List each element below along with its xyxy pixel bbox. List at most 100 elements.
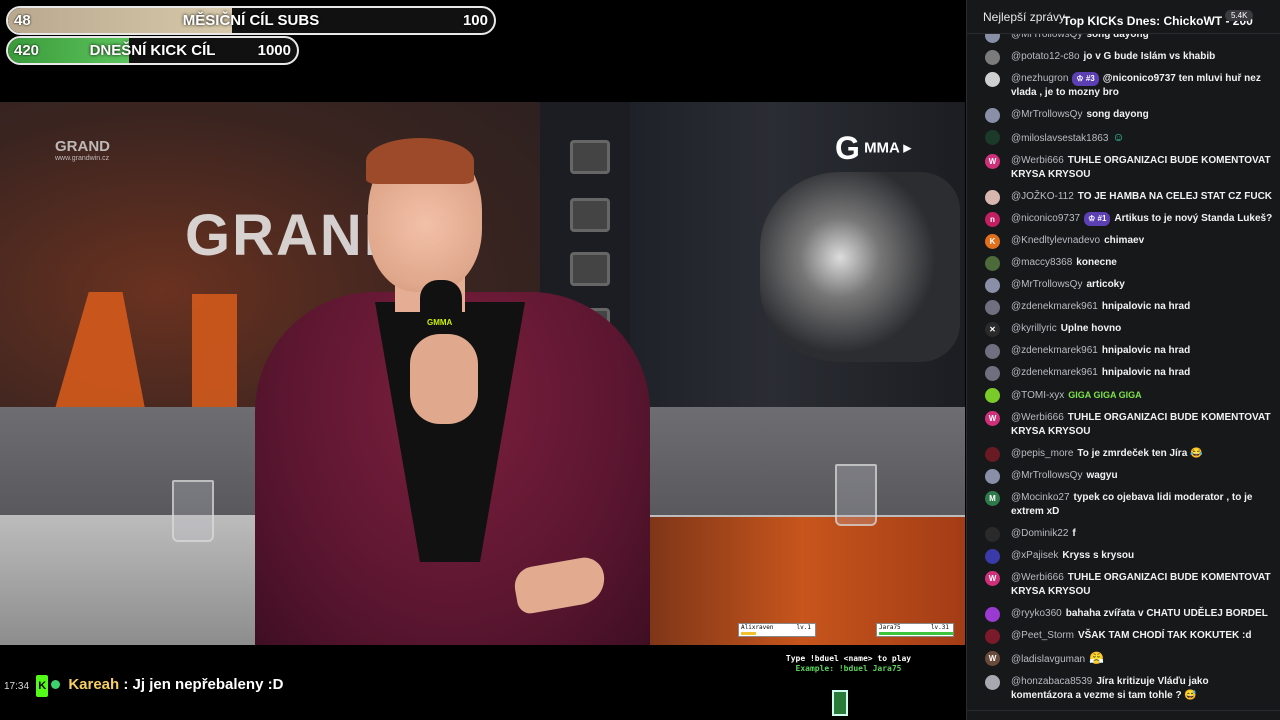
avatar[interactable]: n [985, 212, 1000, 227]
chat-username[interactable]: @honzabaca8539 [1011, 676, 1092, 687]
chat-message[interactable]: @TOMI-xyx GIGA GIGA GIGA [967, 384, 1280, 407]
avatar[interactable] [985, 549, 1000, 564]
chat-username[interactable]: @TOMI-xyx [1011, 390, 1064, 401]
chat-username[interactable]: @Knedltylevnadevo [1011, 235, 1100, 246]
avatar[interactable] [985, 675, 1000, 690]
chat-username[interactable]: @Peet_Storm [1011, 630, 1074, 641]
chat-message[interactable]: K @Knedltylevnadevo chimaev [967, 230, 1280, 252]
chat-username[interactable]: @Werbi666 [1011, 412, 1064, 423]
avatar[interactable]: W [985, 411, 1000, 426]
chat-username[interactable]: @zdenekmarek961 [1011, 345, 1098, 356]
chat-input-area[interactable] [967, 710, 1280, 720]
avatar[interactable]: ✕ [985, 322, 1000, 337]
chat-username[interactable]: @JOŽKO-112 [1011, 191, 1074, 202]
chat-message[interactable]: @honzabaca8539 Jíra kritizuje Vláďu jako … [967, 671, 1280, 707]
duel-instructions: Type !bduel <name> to play Example: !bdu… [766, 654, 931, 674]
chat-username[interactable]: @niconico9737 [1011, 213, 1080, 224]
chat-username[interactable]: @miloslavsestak1863 [1011, 133, 1108, 144]
kick-goal-target: 1000 [257, 42, 291, 59]
chat-message[interactable]: @potato12-c8o jo v G bude Islám vs khabib [967, 46, 1280, 68]
avatar[interactable] [985, 300, 1000, 315]
duel-hp-bar-right [879, 632, 953, 635]
overlay-last-chat: 17:34 K Kareah : Jj jen nepřebaleny :D [4, 674, 304, 698]
avatar[interactable] [985, 256, 1000, 271]
chat-username[interactable]: @zdenekmarek961 [1011, 367, 1098, 378]
avatar[interactable] [985, 344, 1000, 359]
chat-message[interactable]: @maccy8368 konecne [967, 252, 1280, 274]
avatar[interactable]: W [985, 154, 1000, 169]
chat-username[interactable]: @MrTrollowsQy [1011, 279, 1082, 290]
avatar[interactable] [985, 366, 1000, 381]
chat-header: Nejlepší zprávy Top KICKs Dnes: ChickoWT… [967, 0, 1280, 34]
avatar[interactable]: K [985, 234, 1000, 249]
chat-message[interactable]: @JOŽKO-112 TO JE HAMBA NA CELEJ STAT CZ F… [967, 186, 1280, 208]
chat-message[interactable]: @Peet_Storm VŠAK TAM CHODÍ TAK KOKUTEK :d [967, 625, 1280, 647]
avatar[interactable] [985, 388, 1000, 403]
avatar[interactable]: W [985, 571, 1000, 586]
chat-username[interactable]: @nezhugron [1011, 73, 1068, 84]
chat-username[interactable]: @kyrillyric [1011, 323, 1057, 334]
chat-text: jo v G bude Islám vs khabib [1083, 51, 1216, 62]
chat-sort-dropdown[interactable]: Nejlepší zprávy [983, 10, 1065, 24]
chat-username[interactable]: @Dominik22 [1011, 528, 1068, 539]
avatar[interactable] [985, 629, 1000, 644]
chat-username[interactable]: @MrTrollowsQy [1011, 109, 1082, 120]
chat-username[interactable]: @zdenekmarek961 [1011, 301, 1098, 312]
chat-emote: ☺ [1112, 130, 1125, 144]
chat-username[interactable]: @maccy8368 [1011, 257, 1072, 268]
chat-message[interactable]: W @Werbi666 TUHLE ORGANIZACI BUDE KOMENTOV… [967, 567, 1280, 603]
avatar[interactable] [985, 130, 1000, 145]
avatar[interactable] [985, 108, 1000, 123]
chat-message[interactable]: W @Werbi666 TUHLE ORGANIZACI BUDE KOMENTOV… [967, 407, 1280, 443]
chat-message-list[interactable]: @MrTrollowsQy song dayong @potato12-c8o jo … [967, 24, 1280, 720]
avatar[interactable]: W [985, 651, 1000, 666]
avatar[interactable] [985, 278, 1000, 293]
chat-message[interactable]: @zdenekmarek961 hnipalovic na hrad [967, 296, 1280, 318]
chat-username[interactable]: @potato12-c8o [1011, 51, 1080, 62]
chat-message[interactable]: @pepis_more To je zmrdeček ten Jíra 😂 [967, 443, 1280, 465]
chat-message[interactable]: @zdenekmarek961 hnipalovic na hrad [967, 340, 1280, 362]
status-dot-icon [51, 680, 61, 689]
avatar[interactable] [985, 469, 1000, 484]
rank-badge: ♔ #3 [1072, 72, 1099, 86]
avatar[interactable] [985, 50, 1000, 65]
video-frame[interactable]: GRAND GMMA GRAND www.grandwin.cz G MMA ▸ [0, 102, 965, 645]
chat-message[interactable]: @MrTrollowsQy articoky [967, 274, 1280, 296]
chat-username[interactable]: @pepis_more [1011, 448, 1073, 459]
presenter-hair [366, 138, 474, 184]
chat-message[interactable]: W @Werbi666 TUHLE ORGANIZACI BUDE KOMENTOV… [967, 150, 1280, 186]
chat-panel[interactable]: Nejlepší zprávy Top KICKs Dnes: ChickoWT… [966, 0, 1280, 720]
chat-message[interactable]: @zdenekmarek961 hnipalovic na hrad [967, 362, 1280, 384]
chat-username[interactable]: @Mocinko27 [1011, 492, 1070, 503]
chat-message[interactable]: ✕ @kyrillyric Uplne hovno [967, 318, 1280, 340]
chat-username[interactable]: @ryyko360 [1011, 608, 1062, 619]
duel-example-line: Example: !bduel Jara75 [795, 664, 902, 673]
chat-username[interactable]: @Werbi666 [1011, 155, 1064, 166]
chat-message[interactable]: @xPajisek Kryss s krysou [967, 545, 1280, 567]
chat-message[interactable]: @nezhugron ♔ #3 @niconico9737 ten mluvi hu… [967, 68, 1280, 104]
chat-username[interactable]: @xPajisek [1011, 550, 1058, 561]
avatar[interactable]: M [985, 491, 1000, 506]
chat-message[interactable]: M @Mocinko27 typek co ojebava lidi moderat… [967, 487, 1280, 523]
avatar[interactable] [985, 607, 1000, 622]
chat-message[interactable]: @ryyko360 bahaha zvířata v CHATU UDĚLEJ B… [967, 603, 1280, 625]
chat-username[interactable]: @ladislavguman [1011, 654, 1085, 665]
chat-username[interactable]: @MrTrollowsQy [1011, 470, 1082, 481]
avatar[interactable] [985, 527, 1000, 542]
chat-username[interactable]: @Werbi666 [1011, 572, 1064, 583]
duel-player-left: Alixraven lv.1 [738, 623, 816, 637]
avatar[interactable] [985, 190, 1000, 205]
avatar[interactable] [985, 447, 1000, 462]
stream-area: 48 MĚSIČNÍ CÍL SUBS 100 420 DNEŠNÍ KICK … [0, 0, 965, 720]
chat-message[interactable]: @miloslavsestak1863 ☺ [967, 126, 1280, 150]
presenter-hand [410, 334, 478, 424]
chat-message[interactable]: @MrTrollowsQy wagyu [967, 465, 1280, 487]
chat-message[interactable]: W @ladislavguman 😤 [967, 647, 1280, 671]
avatar[interactable] [985, 72, 1000, 87]
chat-text: TO JE HAMBA NA CELEJ STAT CZ FUCK [1077, 191, 1273, 202]
chat-message[interactable]: @MrTrollowsQy song dayong [967, 104, 1280, 126]
duel-sprite [832, 690, 848, 716]
chat-message[interactable]: @Dominik22 f [967, 523, 1280, 545]
glass [835, 464, 877, 526]
chat-message[interactable]: n @niconico9737 ♔ #1 Artikus to je nový Sta… [967, 208, 1280, 230]
